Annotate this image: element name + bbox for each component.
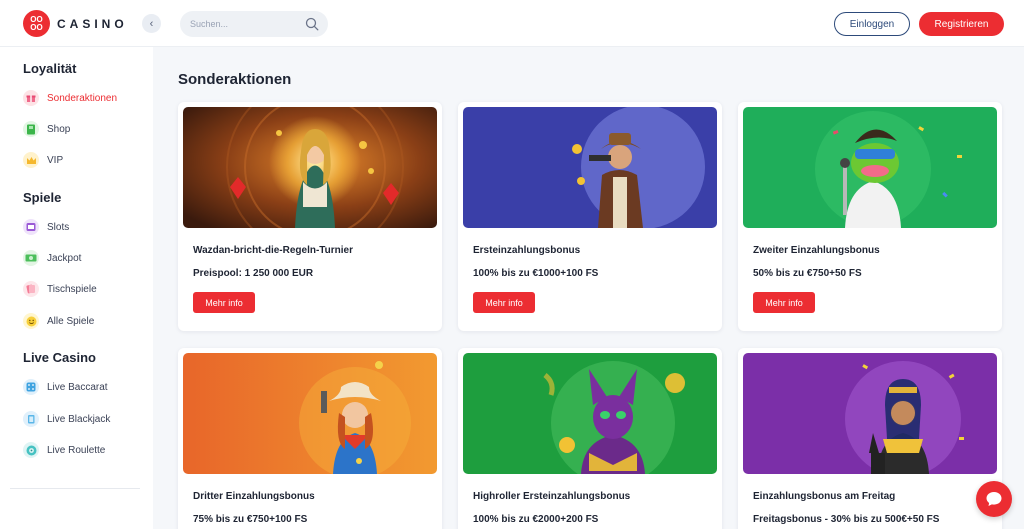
sidebar-item-label: Tischspiele: [47, 283, 97, 295]
sidebar-item-vip[interactable]: VIP: [23, 150, 63, 170]
login-button[interactable]: Einloggen: [834, 12, 910, 36]
promo-card[interactable]: Ersteinzahlungsbonus 100% bis zu €1000+1…: [458, 102, 722, 331]
crown-icon: [23, 152, 39, 168]
blackjack-icon: [23, 411, 39, 427]
sidebar-item-label: Sonderaktionen: [47, 92, 118, 104]
sidebar-item-label: Live Roulette: [47, 444, 106, 456]
promo-card-subtitle: 75% bis zu €750+100 FS: [193, 514, 308, 525]
gift-icon: [23, 90, 39, 106]
promo-card[interactable]: Dritter Einzahlungsbonus 75% bis zu €750…: [178, 348, 442, 529]
logo[interactable]: OO OO CASINO: [23, 10, 128, 37]
dice-icon: [23, 379, 39, 395]
more-info-button[interactable]: Mehr info: [473, 292, 535, 313]
shop-icon: [23, 121, 39, 137]
sidebar-section-games: Spiele: [23, 190, 62, 205]
sidebar-item-slots[interactable]: Slots: [23, 217, 69, 237]
chat-icon: [986, 492, 1002, 506]
brand-name: CASINO: [57, 16, 128, 31]
cards-icon: [23, 281, 39, 297]
promo-card[interactable]: Wazdan-bricht-die-Regeln-Turnier Preispo…: [178, 102, 442, 331]
promo-card[interactable]: Highroller Ersteinzahlungsbonus 100% bis…: [458, 348, 722, 529]
promo-card-subtitle: 50% bis zu €750+50 FS: [753, 268, 862, 279]
sidebar-item-live-baccarat[interactable]: Live Baccarat: [23, 377, 108, 397]
promo-card[interactable]: Zweiter Einzahlungsbonus 50% bis zu €750…: [738, 102, 1002, 331]
promo-card-title: Highroller Ersteinzahlungsbonus: [473, 491, 631, 502]
top-header: OO OO CASINO ‹ Einloggen Registrieren: [0, 0, 1024, 47]
sidebar-collapse-button[interactable]: ‹: [142, 14, 161, 33]
promo-banner-image: [463, 353, 717, 474]
promo-banner-image: [743, 353, 997, 474]
sidebar-divider: [10, 488, 140, 489]
promo-banner-image: [743, 107, 997, 228]
sidebar-item-live-blackjack[interactable]: Live Blackjack: [23, 409, 110, 429]
sidebar-section-live-casino: Live Casino: [23, 350, 96, 365]
sidebar-item-live-roulette[interactable]: Live Roulette: [23, 440, 105, 460]
sidebar-section-loyalty: Loyalität: [23, 61, 77, 76]
logo-badge-bottom: OO: [30, 22, 43, 32]
promo-banner-image: [463, 107, 717, 228]
chat-button[interactable]: [976, 481, 1012, 517]
search-bar: [180, 11, 328, 37]
sidebar-item-label: VIP: [47, 154, 64, 166]
register-button[interactable]: Registrieren: [919, 12, 1004, 36]
sidebar-item-shop[interactable]: Shop: [23, 119, 70, 139]
money-icon: [23, 250, 39, 266]
sidebar-item-label: Shop: [47, 123, 71, 135]
promo-card-subtitle: Freitagsbonus - 30% bis zu 500€+50 FS: [753, 514, 940, 525]
logo-badge-icon: OO OO: [23, 10, 50, 37]
sidebar-item-table-games[interactable]: Tischspiele: [23, 279, 97, 299]
sidebar-item-label: Alle Spiele: [47, 315, 95, 327]
sidebar-item-label: Jackpot: [47, 252, 82, 264]
smiley-icon: [23, 313, 39, 329]
promo-card-title: Zweiter Einzahlungsbonus: [753, 245, 880, 256]
search-input[interactable]: [190, 19, 300, 29]
sidebar: Loyalität Sonderaktionen Shop VIP Spiele…: [0, 47, 153, 529]
promo-card-title: Einzahlungsbonus am Freitag: [753, 491, 896, 502]
promo-card-subtitle: Preispool: 1 250 000 EUR: [193, 268, 314, 279]
promo-card-title: Wazdan-bricht-die-Regeln-Turnier: [193, 245, 353, 256]
search-icon[interactable]: [305, 17, 319, 31]
sidebar-item-jackpot[interactable]: Jackpot: [23, 248, 81, 268]
promo-banner-image: [183, 107, 437, 228]
sidebar-item-label: Live Baccarat: [47, 381, 108, 393]
promo-card-title: Ersteinzahlungsbonus: [473, 245, 581, 256]
sidebar-item-promotions[interactable]: Sonderaktionen: [23, 88, 117, 108]
promo-card-subtitle: 100% bis zu €1000+100 FS: [473, 268, 599, 279]
sidebar-item-all-games[interactable]: Alle Spiele: [23, 311, 94, 331]
promo-card[interactable]: Einzahlungsbonus am Freitag Freitagsbonu…: [738, 348, 1002, 529]
promo-card-title: Dritter Einzahlungsbonus: [193, 491, 315, 502]
promo-card-subtitle: 100% bis zu €2000+200 FS: [473, 514, 599, 525]
promo-banner-image: [183, 353, 437, 474]
slot-icon: [23, 219, 39, 235]
roulette-icon: [23, 442, 39, 458]
sidebar-item-label: Live Blackjack: [47, 413, 111, 425]
page-title: Sonderaktionen: [178, 71, 292, 88]
more-info-button[interactable]: Mehr info: [753, 292, 815, 313]
more-info-button[interactable]: Mehr info: [193, 292, 255, 313]
sidebar-item-label: Slots: [47, 221, 70, 233]
